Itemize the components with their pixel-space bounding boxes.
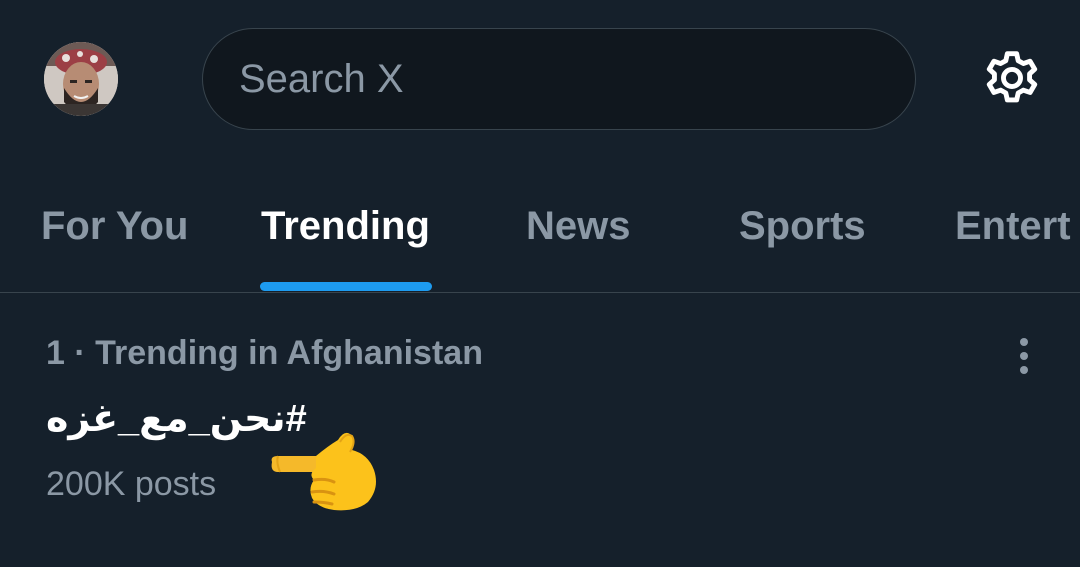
tab-sports[interactable]: Sports: [739, 204, 866, 249]
trend-meta: 1 · Trending in Afghanistan: [46, 334, 483, 372]
divider: [0, 292, 1080, 293]
avatar-image: [44, 42, 118, 116]
explore-screen: For You Trending News Sports Entert 1 · …: [0, 0, 1080, 567]
tab-news[interactable]: News: [526, 204, 631, 249]
backhand-index-pointing-right-icon: [271, 432, 376, 511]
settings-button[interactable]: [978, 44, 1046, 112]
gear-icon: [986, 51, 1038, 103]
user-avatar[interactable]: [44, 42, 118, 116]
search-input[interactable]: [237, 55, 861, 103]
tab-for-you[interactable]: For You: [41, 204, 188, 249]
vertical-ellipsis-icon: [1020, 338, 1028, 374]
pointing-hand-emoji: [268, 426, 380, 518]
search-bar[interactable]: [202, 28, 916, 130]
explore-tabs: For You Trending News Sports Entert: [0, 180, 1080, 292]
more-options-button[interactable]: [1006, 336, 1042, 376]
tab-entertainment[interactable]: Entert: [955, 204, 1071, 249]
tab-trending[interactable]: Trending: [261, 204, 430, 249]
trend-post-count: 200K posts: [46, 465, 217, 503]
active-tab-indicator: [260, 282, 432, 291]
